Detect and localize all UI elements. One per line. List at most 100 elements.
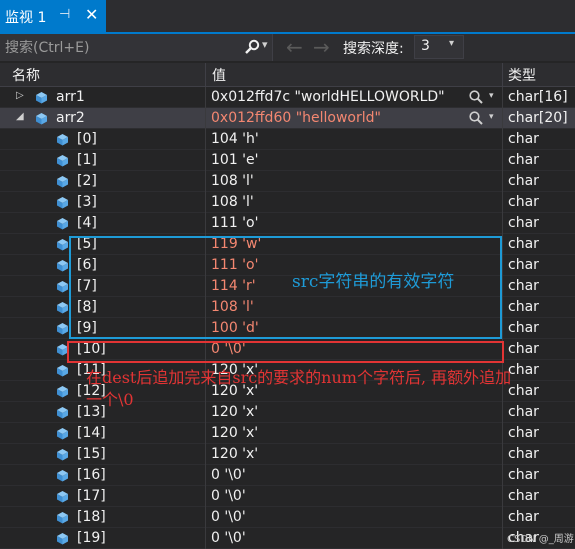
variable-name: [19] (77, 530, 106, 546)
watch-row[interactable]: [2] 108 'l' char (0, 171, 575, 192)
column-header-value[interactable]: 值 (212, 65, 226, 85)
annotation-box-red (67, 341, 504, 363)
tab-watch-1[interactable]: 监视 1 ⊣ ✕ (0, 0, 106, 32)
variable-icon (57, 302, 68, 314)
search-input[interactable] (0, 34, 241, 61)
watch-row[interactable]: [0] 104 'h' char (0, 129, 575, 150)
variable-icon (57, 197, 68, 209)
watch-row[interactable]: [3] 108 'l' char (0, 192, 575, 213)
variable-value: 0x012ffd7c "worldHELLOWORLD" (211, 89, 445, 105)
column-divider[interactable] (502, 63, 503, 86)
variable-value: 0 '\0' (211, 530, 246, 546)
search-previous-arrow-icon[interactable]: ← (286, 35, 303, 59)
magnifier-icon[interactable] (468, 89, 484, 105)
variable-type: char[16] (508, 89, 568, 105)
value-cell[interactable]: 111 'o' (206, 213, 502, 234)
value-cell[interactable]: 0 '\0' (206, 507, 502, 528)
watch-row[interactable]: [18] 0 '\0' char (0, 507, 575, 528)
search-depth-select[interactable]: 3 ▾ (414, 35, 464, 59)
type-cell: char (503, 192, 575, 213)
type-cell: char (503, 318, 575, 339)
watch-row[interactable]: ◢ arr2 0x012ffd60 "helloworld" ▾ char[20] (0, 108, 575, 129)
value-cell[interactable]: 104 'h' (206, 129, 502, 150)
collapse-arrow-icon[interactable]: ◢ (16, 111, 24, 122)
value-cell[interactable]: 101 'e' (206, 150, 502, 171)
variable-type: char (508, 488, 539, 504)
type-cell: char (503, 234, 575, 255)
variable-type: char (508, 215, 539, 231)
value-cell[interactable]: 0x012ffd7c "worldHELLOWORLD" ▾ (206, 87, 502, 108)
type-cell: char (503, 297, 575, 318)
type-cell: char (503, 465, 575, 486)
variable-name: [3] (77, 194, 97, 210)
variable-type: char (508, 320, 539, 336)
variable-icon (57, 365, 68, 377)
variable-icon (57, 239, 68, 251)
variable-type: char (508, 173, 539, 189)
type-cell: char[16] (503, 87, 575, 108)
watch-row[interactable]: ▷ arr1 0x012ffd7c "worldHELLOWORLD" ▾ char[1… (0, 87, 575, 108)
watch-row[interactable]: [16] 0 '\0' char (0, 465, 575, 486)
pin-icon[interactable]: ⊣ (59, 7, 70, 22)
value-cell[interactable]: 120 'x' (206, 423, 502, 444)
variable-name: [1] (77, 152, 97, 168)
column-header-name[interactable]: 名称 (12, 65, 40, 85)
watch-row[interactable]: [15] 120 'x' char (0, 444, 575, 465)
variable-icon (57, 218, 68, 230)
type-cell: char (503, 213, 575, 234)
name-cell: [3] (0, 192, 205, 213)
variable-icon (57, 407, 68, 419)
watch-row[interactable]: [1] 101 'e' char (0, 150, 575, 171)
expand-arrow-icon[interactable]: ▷ (16, 90, 24, 101)
variable-icon (57, 449, 68, 461)
watch-row[interactable]: [19] 0 '\0' char (0, 528, 575, 549)
value-cell[interactable]: 0 '\0' (206, 528, 502, 549)
variable-icon (57, 470, 68, 482)
variable-type: char (508, 509, 539, 525)
search-icon[interactable] (244, 39, 260, 55)
search-options-dropdown-icon[interactable]: ▾ (262, 38, 268, 51)
variable-value: 0 '\0' (211, 509, 246, 525)
chevron-down-icon: ▾ (449, 38, 455, 49)
tab-bar: 监视 1 ⊣ ✕ (0, 0, 575, 34)
close-icon[interactable]: ✕ (85, 5, 98, 24)
watch-row[interactable]: [4] 111 'o' char (0, 213, 575, 234)
variable-name: [14] (77, 425, 106, 441)
variable-value: 0x012ffd60 "helloworld" (211, 110, 381, 126)
visualizer-dropdown-icon[interactable]: ▾ (489, 91, 494, 101)
type-cell: char[20] (503, 108, 575, 129)
variable-value: 120 'x' (211, 425, 259, 441)
visualizer-dropdown-icon[interactable]: ▾ (489, 112, 494, 122)
value-cell[interactable]: 0 '\0' (206, 465, 502, 486)
watch-row[interactable]: [14] 120 'x' char (0, 423, 575, 444)
name-cell: ◢ arr2 (0, 108, 205, 129)
search-next-arrow-icon[interactable]: → (313, 35, 330, 59)
tab-title: 监视 1 (5, 10, 47, 26)
value-cell[interactable]: 108 'l' (206, 192, 502, 213)
variable-icon (57, 134, 68, 146)
annotation-red-note: 在dest后追加完来自src的要求的num个字符后, 再额外追加一个\0 (86, 368, 512, 409)
variable-value: 101 'e' (211, 152, 259, 168)
column-header-type[interactable]: 类型 (508, 65, 536, 85)
value-cell[interactable]: 108 'l' (206, 171, 502, 192)
name-cell: ▷ arr1 (0, 87, 205, 108)
variable-icon (57, 260, 68, 272)
name-cell: [1] (0, 150, 205, 171)
type-cell: char (503, 150, 575, 171)
watch-row[interactable]: [17] 0 '\0' char (0, 486, 575, 507)
name-cell: [19] (0, 528, 205, 549)
search-depth-label: 搜索深度: (343, 41, 404, 57)
variable-name: [2] (77, 173, 97, 189)
variable-icon (57, 512, 68, 524)
magnifier-icon[interactable] (468, 110, 484, 126)
variable-value: 104 'h' (211, 131, 259, 147)
name-cell: [14] (0, 423, 205, 444)
value-cell[interactable]: 0 '\0' (206, 486, 502, 507)
column-header: 名称 值 类型 (0, 63, 575, 87)
value-cell[interactable]: 120 'x' (206, 444, 502, 465)
type-cell: char (503, 171, 575, 192)
column-divider[interactable] (205, 63, 206, 86)
value-cell[interactable]: 0x012ffd60 "helloworld" ▾ (206, 108, 502, 129)
variable-icon (57, 176, 68, 188)
variable-name: [17] (77, 488, 106, 504)
